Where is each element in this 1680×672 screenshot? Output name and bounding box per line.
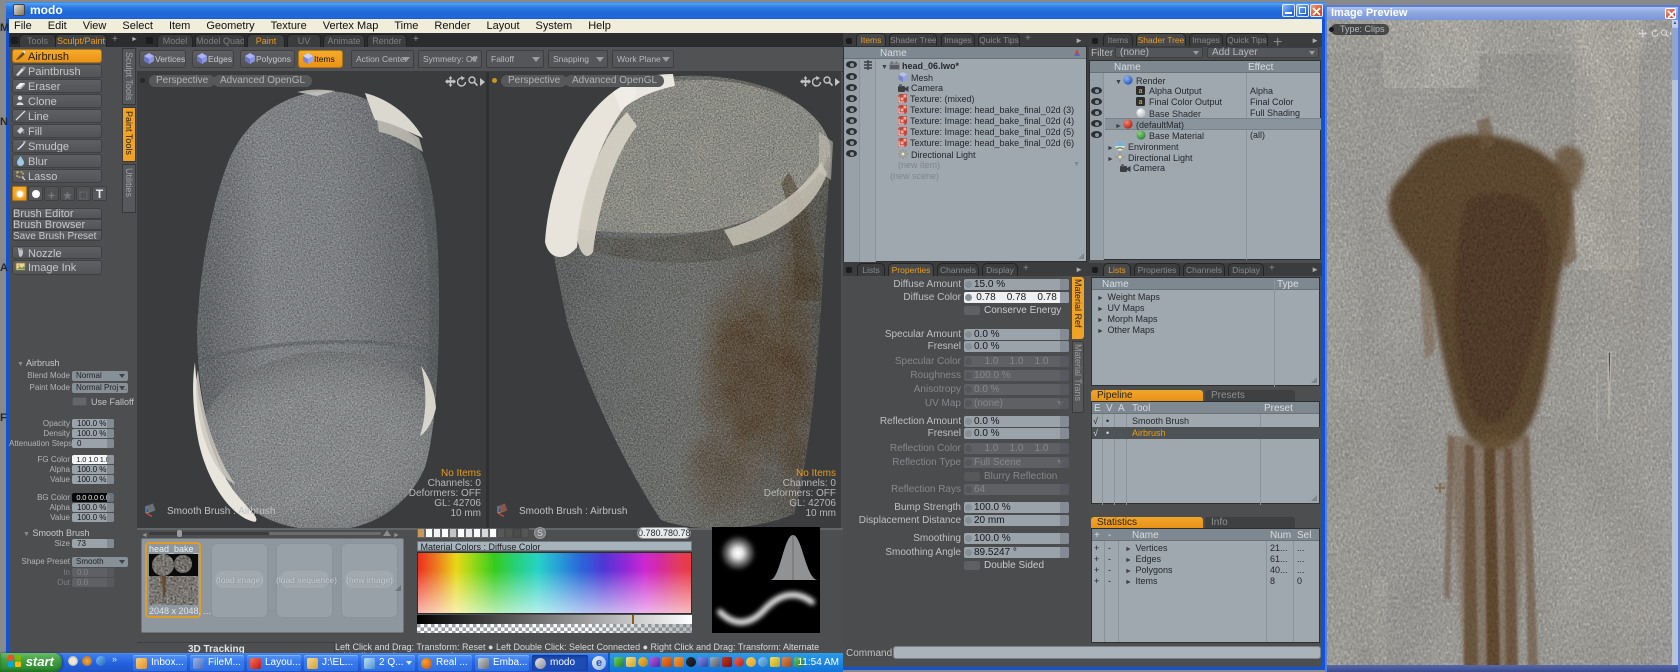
svg-text:a: a	[1139, 99, 1143, 106]
svg-text:a: a	[1139, 88, 1143, 95]
